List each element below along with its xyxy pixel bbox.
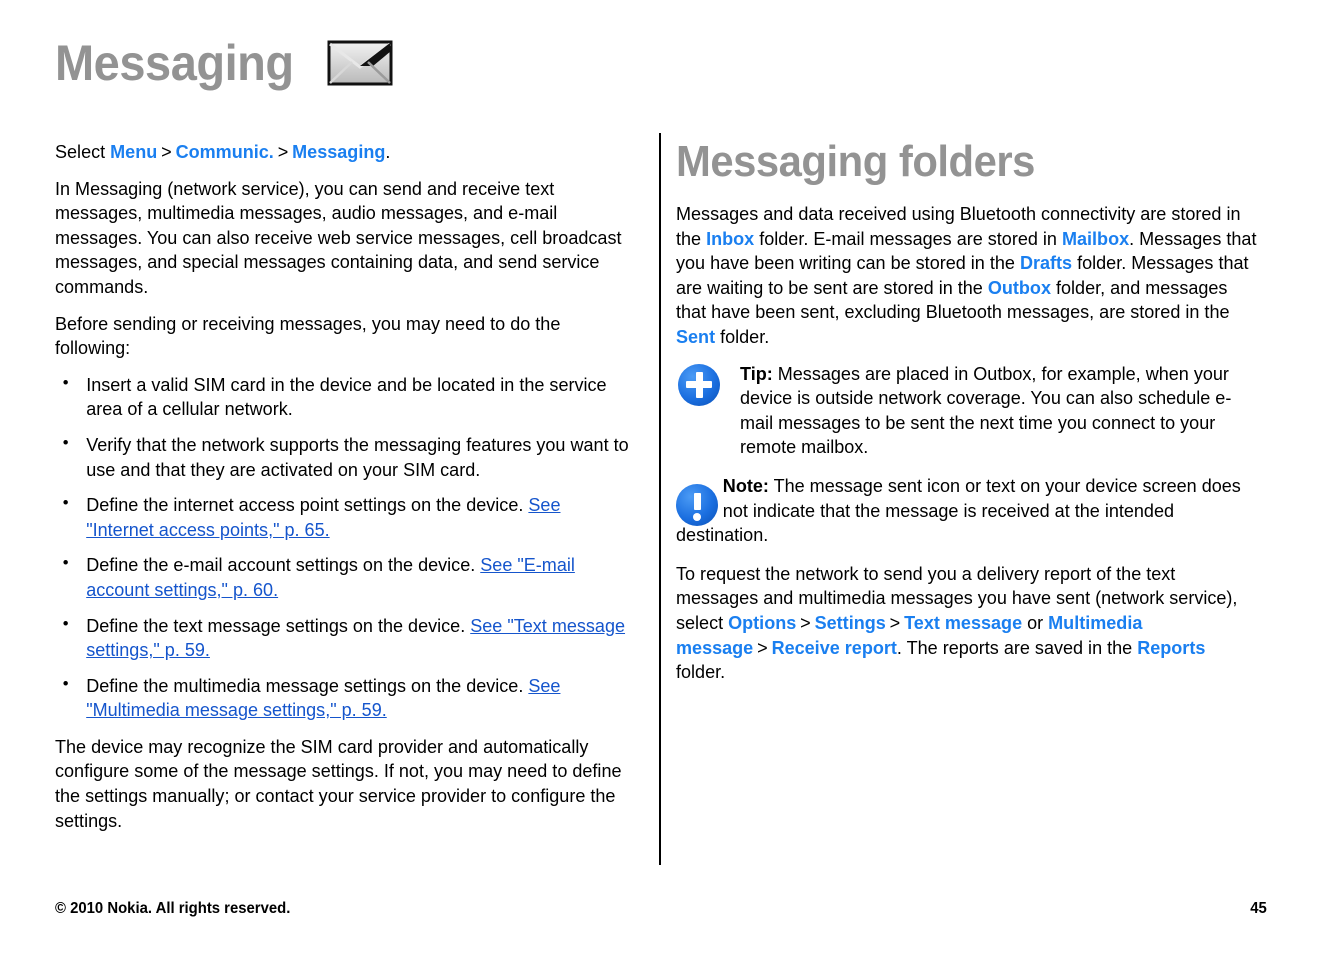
plus-vertical-bar (695, 371, 703, 398)
folders-text-6: folder. (715, 325, 770, 347)
bullet-text: Define the text message settings on the … (86, 614, 471, 636)
ui-term-mailbox[interactable]: Mailbox (1062, 228, 1129, 249)
ui-term-reports[interactable]: Reports (1137, 637, 1205, 658)
ui-term-sent[interactable]: Sent (676, 326, 715, 347)
note-callout: Note: The message sent icon or text on y… (676, 474, 1272, 548)
path-separator: > (757, 636, 768, 658)
tip-text: Messages are placed in Outbox, for examp… (740, 362, 1232, 458)
bullet-text: Define the multimedia message settings o… (86, 674, 529, 696)
document-page: Messaging Select Menu > Communic. > Messagin… (0, 0, 1322, 954)
ui-term-drafts[interactable]: Drafts (1020, 252, 1072, 273)
prerequisites-list: Insert a valid SIM card in the device an… (55, 372, 647, 723)
list-item: Define the multimedia message settings o… (55, 673, 632, 723)
page-number: 45 (1250, 900, 1267, 917)
left-column: Select Menu > Communic. > Messaging. In Mess… (55, 140, 647, 845)
select-prefix: Select (55, 141, 111, 162)
path-separator: > (277, 141, 289, 162)
path-separator: > (800, 611, 811, 633)
copyright-notice: © 2010 Nokia. All rights reserved. (55, 900, 291, 917)
page-footer: © 2010 Nokia. All rights reserved. 45 (55, 900, 1267, 918)
section-heading: Messaging folders (676, 137, 1035, 186)
delivery-text-3: folder. (676, 661, 726, 683)
path-separator: > (889, 611, 901, 633)
folders-paragraph: Messages and data received using Bluetoo… (676, 202, 1257, 350)
path-separator: > (161, 141, 172, 162)
envelope-icon (327, 40, 393, 86)
list-item: Define the text message settings on the … (55, 612, 632, 663)
select-path-paragraph: Select Menu > Communic. > Messaging. (55, 140, 632, 165)
list-item: Define the internet access point setting… (55, 492, 632, 542)
page-title-row: Messaging (55, 38, 393, 88)
bullet-text: Verify that the network supports the mes… (86, 433, 629, 480)
list-item: Verify that the network supports the mes… (55, 432, 632, 482)
right-column: Messaging folders Messages and data rece… (676, 140, 1272, 697)
note-label: Note: (722, 474, 769, 496)
ui-term-text-message[interactable]: Text message (904, 612, 1022, 633)
page-title: Messaging (55, 35, 294, 91)
ui-term-communic[interactable]: Communic. (176, 141, 274, 162)
ui-term-outbox[interactable]: Outbox (988, 277, 1051, 298)
ui-term-inbox[interactable]: Inbox (706, 228, 754, 249)
before-sending-paragraph: Before sending or receiving messages, yo… (55, 312, 561, 359)
tip-label: Tip: (740, 362, 773, 384)
tip-body: Tip: Messages are placed in Outbox, for … (740, 362, 1259, 460)
tip-plus-icon (678, 363, 720, 406)
folders-text-2: folder. E-mail messages are stored in (754, 227, 1062, 249)
column-divider (659, 133, 661, 865)
ui-term-receive-report[interactable]: Receive report (772, 637, 897, 658)
bullet-text: Define the internet access point setting… (86, 494, 529, 516)
ui-term-options[interactable]: Options (728, 612, 796, 633)
list-item: Insert a valid SIM card in the device an… (55, 372, 632, 422)
delivery-text-2: . The reports are saved in the (896, 636, 1138, 658)
list-item: Define the e-mail account settings on th… (55, 552, 632, 602)
ui-term-menu[interactable]: Menu (110, 141, 157, 162)
select-suffix: . (385, 141, 391, 162)
note-body: Note: The message sent icon or text on y… (676, 474, 1257, 548)
ui-term-settings[interactable]: Settings (815, 612, 886, 633)
ui-term-messaging[interactable]: Messaging (292, 141, 385, 162)
delivery-report-paragraph: To request the network to send you a del… (676, 562, 1257, 685)
delivery-or: or (1022, 611, 1049, 633)
bullet-text: Define the e-mail account settings on th… (86, 554, 481, 576)
bullet-text: Insert a valid SIM card in the device an… (86, 373, 607, 420)
tip-callout: Tip: Messages are placed in Outbox, for … (676, 362, 1272, 460)
closing-paragraph: The device may recognize the SIM card pr… (55, 735, 622, 831)
intro-paragraph: In Messaging (network service), you can … (55, 177, 622, 297)
